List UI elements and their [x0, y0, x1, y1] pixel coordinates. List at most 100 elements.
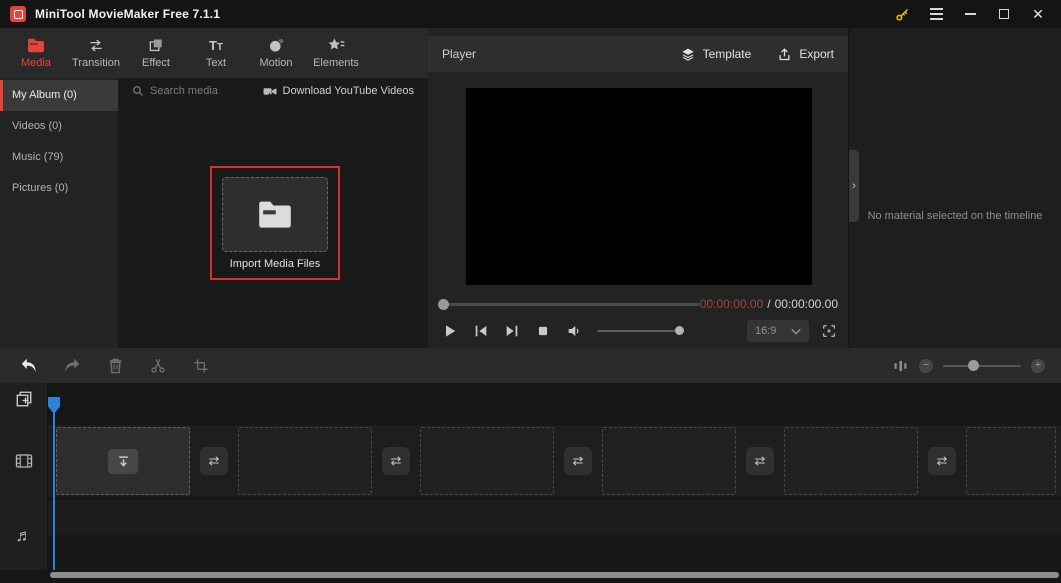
play-button[interactable]: [440, 321, 460, 341]
sidebar-item-my-album[interactable]: My Album (0): [0, 80, 118, 111]
previous-frame-button[interactable]: [471, 321, 491, 341]
stop-icon: [538, 326, 548, 336]
tab-transition-label: Transition: [72, 57, 120, 69]
effect-icon: [149, 39, 162, 52]
ribbon-tab-bar: Media Transition Effect TT Text Motion E…: [0, 28, 428, 78]
close-icon: ✕: [1032, 6, 1044, 22]
track-rail: ♬: [0, 383, 48, 570]
add-track-button[interactable]: [0, 390, 48, 408]
undo-icon: [21, 358, 36, 372]
folder-icon: [28, 38, 44, 53]
aspect-ratio-value: 16:9: [755, 325, 777, 337]
playhead-line: [53, 401, 55, 570]
tab-text-label: Text: [205, 57, 227, 69]
play-icon: [446, 325, 456, 337]
camcorder-icon: [263, 87, 276, 96]
template-button[interactable]: Template: [680, 47, 752, 62]
transition-icon: [90, 39, 102, 52]
tab-elements-label: Elements: [313, 57, 359, 69]
transition-slot[interactable]: ⇄: [200, 447, 228, 475]
minimize-button[interactable]: [957, 3, 983, 25]
playhead-marker[interactable]: [48, 397, 60, 414]
player-panel: Player Template Export 00:00:00.00 / 00:…: [428, 28, 848, 348]
timeline-zoom-handle[interactable]: [967, 360, 979, 371]
menu-button[interactable]: [923, 3, 949, 25]
volume-button[interactable]: [564, 321, 584, 341]
tab-text[interactable]: TT Text: [186, 28, 246, 78]
no-selection-message: No material selected on the timeline: [867, 210, 1043, 222]
timeline: ♬ ⇄ ⇄ ⇄ ⇄ ⇄: [0, 383, 1061, 583]
key-icon: [895, 8, 908, 21]
volume-handle[interactable]: [675, 326, 684, 335]
clip-import-icon: [108, 448, 138, 474]
fullscreen-icon: [823, 325, 835, 337]
sidebar-item-pictures[interactable]: Pictures (0): [0, 173, 118, 204]
export-button[interactable]: Export: [777, 47, 834, 62]
aspect-ratio-select[interactable]: 16:9: [747, 320, 809, 342]
search-media-field[interactable]: Search media: [132, 85, 218, 97]
maximize-icon: [999, 9, 1009, 19]
transition-slot[interactable]: ⇄: [382, 447, 410, 475]
minimize-icon: [964, 13, 976, 15]
stop-button[interactable]: [533, 321, 553, 341]
tab-elements[interactable]: Elements: [306, 28, 366, 78]
transition-slot[interactable]: ⇄: [928, 447, 956, 475]
template-label: Template: [702, 47, 752, 61]
video-track-icon: [0, 453, 48, 469]
tab-media[interactable]: Media: [6, 28, 66, 78]
delete-button[interactable]: [106, 357, 124, 375]
transition-slot[interactable]: ⇄: [564, 447, 592, 475]
undo-button[interactable]: [20, 357, 38, 375]
tab-effect-label: Effect: [142, 57, 170, 69]
library-sidebar: My Album (0) Videos (0) Music (79) Pictu…: [0, 78, 118, 348]
crop-button[interactable]: [192, 357, 210, 375]
fullscreen-button[interactable]: [820, 322, 838, 340]
window-title: MiniTool MovieMaker Free 7.1.1: [35, 7, 221, 21]
seek-handle[interactable]: [438, 298, 449, 310]
download-youtube-label: Download YouTube Videos: [282, 85, 415, 97]
sidebar-item-music[interactable]: Music (79): [0, 142, 118, 173]
music-track-icon: ♬: [15, 526, 33, 545]
music-track[interactable]: [48, 500, 1061, 570]
volume-slider[interactable]: [597, 326, 684, 335]
maximize-button[interactable]: [991, 3, 1017, 25]
clip-placeholder[interactable]: [56, 427, 190, 495]
export-label: Export: [799, 47, 834, 61]
template-layers-icon: [681, 48, 694, 61]
zoom-in-button[interactable]: +: [1031, 358, 1045, 373]
seek-slider[interactable]: [438, 298, 700, 310]
clip-placeholder[interactable]: [966, 427, 1056, 495]
time-separator: /: [767, 297, 771, 311]
import-media-label: Import Media Files: [229, 258, 321, 270]
media-content-area: Search media Download YouTube Videos Imp…: [118, 78, 428, 348]
timeline-zoom-slider[interactable]: [943, 360, 1021, 371]
redo-button[interactable]: [63, 357, 81, 375]
zoom-out-button[interactable]: −: [919, 358, 933, 373]
scissors-icon: [151, 358, 165, 373]
video-track-items: ⇄ ⇄ ⇄ ⇄ ⇄: [48, 425, 1061, 497]
clip-placeholder[interactable]: [602, 427, 736, 495]
total-time: 00:00:00.00: [774, 297, 838, 311]
tab-effect[interactable]: Effect: [126, 28, 186, 78]
split-button[interactable]: [149, 357, 167, 375]
sidebar-item-videos[interactable]: Videos (0): [0, 111, 118, 142]
register-key-button[interactable]: [889, 3, 915, 25]
redo-icon: [65, 358, 80, 372]
track-height-button[interactable]: [891, 357, 909, 375]
speaker-icon: [568, 326, 579, 336]
close-button[interactable]: ✕: [1025, 3, 1051, 25]
timecode: 00:00:00.00 / 00:00:00.00: [700, 297, 838, 311]
next-frame-icon: [506, 325, 518, 337]
transition-slot[interactable]: ⇄: [746, 447, 774, 475]
tab-transition[interactable]: Transition: [66, 28, 126, 78]
next-frame-button[interactable]: [502, 321, 522, 341]
download-youtube-button[interactable]: Download YouTube Videos: [263, 85, 415, 97]
clip-placeholder[interactable]: [784, 427, 918, 495]
tab-motion[interactable]: Motion: [246, 28, 306, 78]
timeline-horizontal-scrollbar[interactable]: [50, 572, 1059, 578]
clip-placeholder[interactable]: [420, 427, 554, 495]
clip-placeholder[interactable]: [238, 427, 372, 495]
import-folder-icon: [259, 201, 291, 228]
import-media-button[interactable]: [222, 177, 328, 252]
search-placeholder: Search media: [150, 85, 218, 97]
